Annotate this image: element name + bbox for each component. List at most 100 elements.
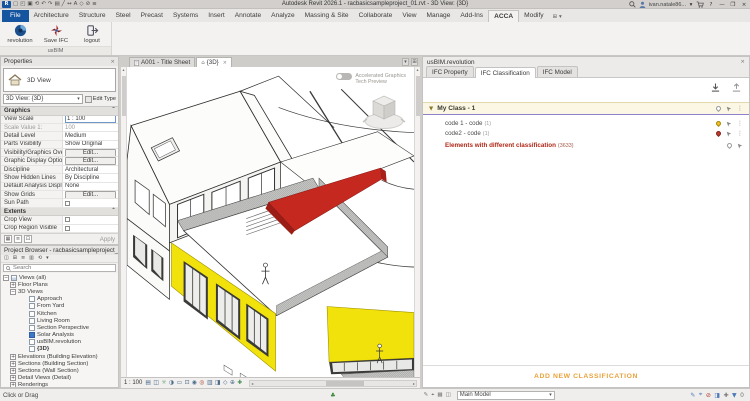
tree-item[interactable]: Solar Analysis xyxy=(1,332,118,339)
browser-settings-icon[interactable]: ▾ xyxy=(46,255,49,262)
view-scale-button[interactable]: 1 : 100 xyxy=(124,380,142,386)
tree-expander[interactable]: + xyxy=(10,375,16,381)
export-classification-icon[interactable] xyxy=(732,83,741,92)
cart-icon[interactable] xyxy=(696,1,704,8)
ribbon-tab[interactable]: Architecture xyxy=(29,10,74,22)
property-row[interactable]: Detail Level Medium xyxy=(1,132,118,140)
property-checkbox[interactable] xyxy=(65,217,70,222)
worksharing-display-icon[interactable]: ▥ xyxy=(207,379,212,388)
thin-lines-icon[interactable]: ≡ xyxy=(92,1,97,8)
ribbon-tab[interactable]: Steel xyxy=(111,10,136,22)
tab-3d-view[interactable]: ⌂ {3D} × xyxy=(196,57,232,67)
usbim-tab[interactable]: IFC Property xyxy=(426,66,474,77)
tree-item[interactable]: Living Room xyxy=(1,317,118,324)
select-elements-icon[interactable] xyxy=(726,106,732,112)
undo-icon[interactable]: ↶ xyxy=(41,1,46,8)
usbim-tab[interactable]: IFC Model xyxy=(537,66,578,77)
shadows-icon[interactable]: ◑ xyxy=(169,379,174,388)
temporary-hide-icon[interactable]: ◉ xyxy=(192,379,197,388)
ribbon-tab[interactable]: Collaborate xyxy=(354,10,398,22)
property-row[interactable]: Parts Visibility Show Original xyxy=(1,141,118,149)
file-tab[interactable]: File xyxy=(2,10,29,22)
ribbon-tab[interactable]: Structure xyxy=(74,10,111,22)
different-classification-row[interactable]: Elements with different classification (… xyxy=(423,140,749,151)
user-name[interactable]: ivan.natale86... xyxy=(649,2,686,8)
vertical-scrollbar-right[interactable]: ▴ xyxy=(414,67,420,377)
browser-refresh-icon[interactable]: ⟲ xyxy=(38,255,42,262)
ribbon-tab[interactable]: Analyze xyxy=(266,10,299,22)
save-icon[interactable]: ▣ xyxy=(27,1,32,8)
open-file-icon[interactable]: ◰ xyxy=(20,1,25,8)
chevron-down-icon[interactable]: ▼ xyxy=(429,106,433,112)
browser-list-icon[interactable]: ≡ xyxy=(21,255,25,262)
temporary-view-properties-icon[interactable]: ◨ xyxy=(215,379,220,388)
ribbon-tab[interactable]: Modify xyxy=(519,10,548,22)
workset-icon[interactable]: ◫ xyxy=(446,392,451,399)
apply-button[interactable]: Apply xyxy=(100,236,115,243)
revit-logo-icon[interactable]: R xyxy=(2,1,11,8)
visual-style-icon[interactable]: ◫ xyxy=(153,379,158,388)
logout-button[interactable]: logout xyxy=(76,22,108,46)
editable-only-icon[interactable]: ✎ xyxy=(424,392,429,399)
property-row[interactable]: Show Hidden Lines By Discipline xyxy=(1,174,118,182)
ribbon-tab[interactable]: Annotate xyxy=(230,10,266,22)
color-drop-icon[interactable] xyxy=(715,130,722,137)
properties-help-icon[interactable]: ▦ xyxy=(4,235,12,243)
select-link-icon[interactable]: ⌖ xyxy=(431,392,434,399)
design-options-icon[interactable]: ▦ xyxy=(437,392,442,399)
constraints-icon[interactable]: ⊕ xyxy=(230,379,235,388)
panel-close-icon[interactable]: × xyxy=(740,59,745,65)
drawing-canvas[interactable]: ▴ ▴ Accelerated Graphics Tech Preview xyxy=(121,67,420,377)
select-underlay-filter-icon[interactable]: ⌖ xyxy=(699,391,702,399)
ribbon-tab[interactable]: ACCA xyxy=(488,10,519,22)
reveal-hidden-icon[interactable]: ◎ xyxy=(200,379,205,388)
tree-expander[interactable]: + xyxy=(10,361,16,367)
horizontal-scrollbar[interactable]: ◂ ▸ xyxy=(249,380,417,387)
tree-expander[interactable]: + xyxy=(10,368,16,374)
redo-icon[interactable]: ↷ xyxy=(48,1,53,8)
select-elements-icon[interactable] xyxy=(726,131,732,137)
property-row[interactable]: Visibility/Graphics Over... Edit... xyxy=(1,149,118,157)
tree-item[interactable]: + Elevations (Building Elevation) xyxy=(1,353,118,360)
tree-item[interactable]: + Floor Plans xyxy=(1,281,118,288)
tree-expander[interactable]: + xyxy=(10,282,16,288)
property-row[interactable]: Graphic Display Options Edit... xyxy=(1,157,118,165)
filter-count[interactable]: 0 xyxy=(740,392,744,399)
show-crop-icon[interactable]: ⊡ xyxy=(185,379,190,388)
displacement-icon[interactable]: ✚ xyxy=(237,379,242,388)
save-ifc-button[interactable]: Save IFC xyxy=(40,22,72,46)
default-3d-view-icon[interactable]: ◇ xyxy=(79,1,83,8)
property-row[interactable]: Sun Path xyxy=(1,199,118,207)
import-classification-icon[interactable] xyxy=(711,83,720,92)
add-new-classification-button[interactable]: ADD NEW CLASSIFICATION xyxy=(534,373,638,380)
classification-group-header[interactable]: ▼ My Class - 1 ⋮ xyxy=(423,102,749,115)
tree-item[interactable]: {3D} xyxy=(1,346,118,353)
view-selector-combo[interactable]: 3D View: {3D}▾ xyxy=(3,94,83,104)
type-selector[interactable]: 3D View xyxy=(3,68,116,92)
tab-list-icon[interactable]: ▾ xyxy=(402,58,409,66)
property-row[interactable]: Crop View xyxy=(1,216,118,224)
ribbon-tab[interactable]: Add-Ins xyxy=(455,10,488,22)
select-by-face-filter-icon[interactable]: ◨ xyxy=(714,392,720,399)
sync-icon[interactable]: ⟲ xyxy=(35,1,40,8)
tree-item[interactable]: From Yard xyxy=(1,303,118,310)
ribbon-tab[interactable]: Massing & Site xyxy=(300,10,354,22)
more-options-icon[interactable]: ⋮ xyxy=(737,121,743,127)
more-options-icon[interactable]: ⋮ xyxy=(737,106,743,112)
tree-item[interactable]: + Detail Views (Detail) xyxy=(1,375,118,382)
revolution-button[interactable]: revolution xyxy=(4,22,36,46)
tree-item[interactable]: + Renderings xyxy=(1,382,118,387)
ribbon-display-toggle-icon[interactable]: ⊞ ▾ xyxy=(553,14,562,22)
ribbon-tab[interactable]: Systems xyxy=(168,10,203,22)
filter-icon[interactable]: ▼ xyxy=(732,392,737,399)
user-avatar-icon[interactable] xyxy=(639,1,646,8)
edit-type-button[interactable]: Edit Type xyxy=(85,96,116,103)
tree-expander[interactable]: − xyxy=(10,289,16,295)
sun-path-icon[interactable]: ☼ xyxy=(161,379,166,388)
text-icon[interactable]: A xyxy=(74,1,78,8)
tree-item[interactable]: − 3D Views xyxy=(1,288,118,295)
usbim-tab[interactable]: IFC Classification xyxy=(475,67,536,78)
print-icon[interactable]: ▤ xyxy=(54,1,59,8)
view-cube[interactable] xyxy=(360,89,408,131)
extents-section-header[interactable]: Extentsˆ xyxy=(1,208,118,217)
